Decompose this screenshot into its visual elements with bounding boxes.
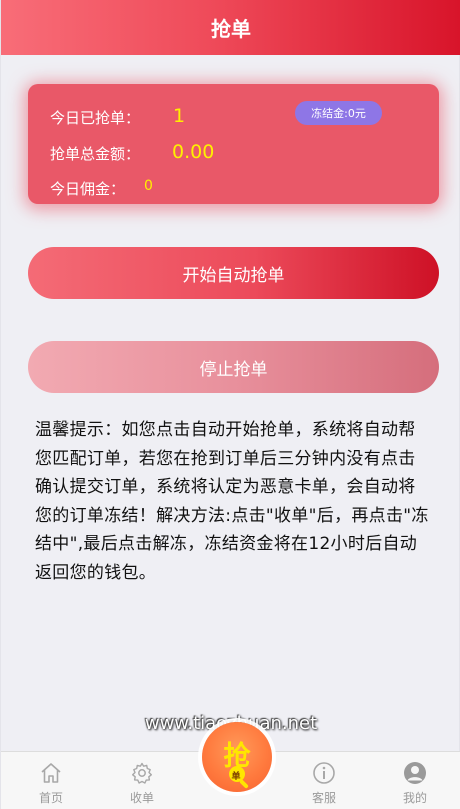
tab-collect[interactable]: 收单 — [96, 752, 188, 809]
home-icon — [41, 763, 61, 783]
grab-order-center-button[interactable]: 抢 单 — [202, 722, 272, 792]
today-commission-value: 0 — [144, 178, 153, 194]
today-commission-row: 今日佣金： 0 — [50, 178, 153, 198]
tab-home-label: 首页 — [38, 791, 63, 805]
stats-card: 今日已抢单： 1 冻结金:0元 抢单总金额： 0.00 今日佣金： 0 — [28, 84, 439, 204]
total-amount-label: 抢单总金额： — [50, 144, 141, 163]
frozen-amount-badge[interactable]: 冻结金:0元 — [295, 101, 382, 125]
user-icon — [404, 762, 426, 784]
top-header: 抢单 — [1, 0, 460, 55]
tab-service-label: 客服 — [311, 791, 336, 805]
total-amount-value: 0.00 — [172, 141, 215, 163]
today-commission-label: 今日佣金： — [50, 179, 126, 198]
tab-collect-label: 收单 — [129, 791, 154, 805]
stop-grab-button[interactable]: 停止抢单 — [28, 341, 439, 393]
today-grabbed-value: 1 — [173, 105, 186, 127]
total-amount-row: 抢单总金额： 0.00 — [50, 141, 214, 164]
gear-icon — [132, 762, 152, 784]
warm-tips-text: 温馨提示：如您点击自动开始抢单，系统将自动帮您匹配订单，若您在抢到订单后三分钟内… — [35, 420, 429, 583]
info-icon — [313, 762, 335, 784]
today-grabbed-label: 今日已抢单： — [50, 108, 141, 127]
tab-mine[interactable]: 我的 — [369, 752, 460, 809]
tab-home[interactable]: 首页 — [5, 752, 97, 809]
start-auto-grab-button[interactable]: 开始自动抢单 — [28, 247, 439, 299]
grab-small-char: 单 — [231, 772, 241, 782]
tab-mine-label: 我的 — [402, 791, 427, 805]
page-title: 抢单 — [211, 17, 251, 41]
today-grabbed-row: 今日已抢单： 1 — [50, 105, 185, 128]
tab-service[interactable]: 客服 — [278, 752, 370, 809]
